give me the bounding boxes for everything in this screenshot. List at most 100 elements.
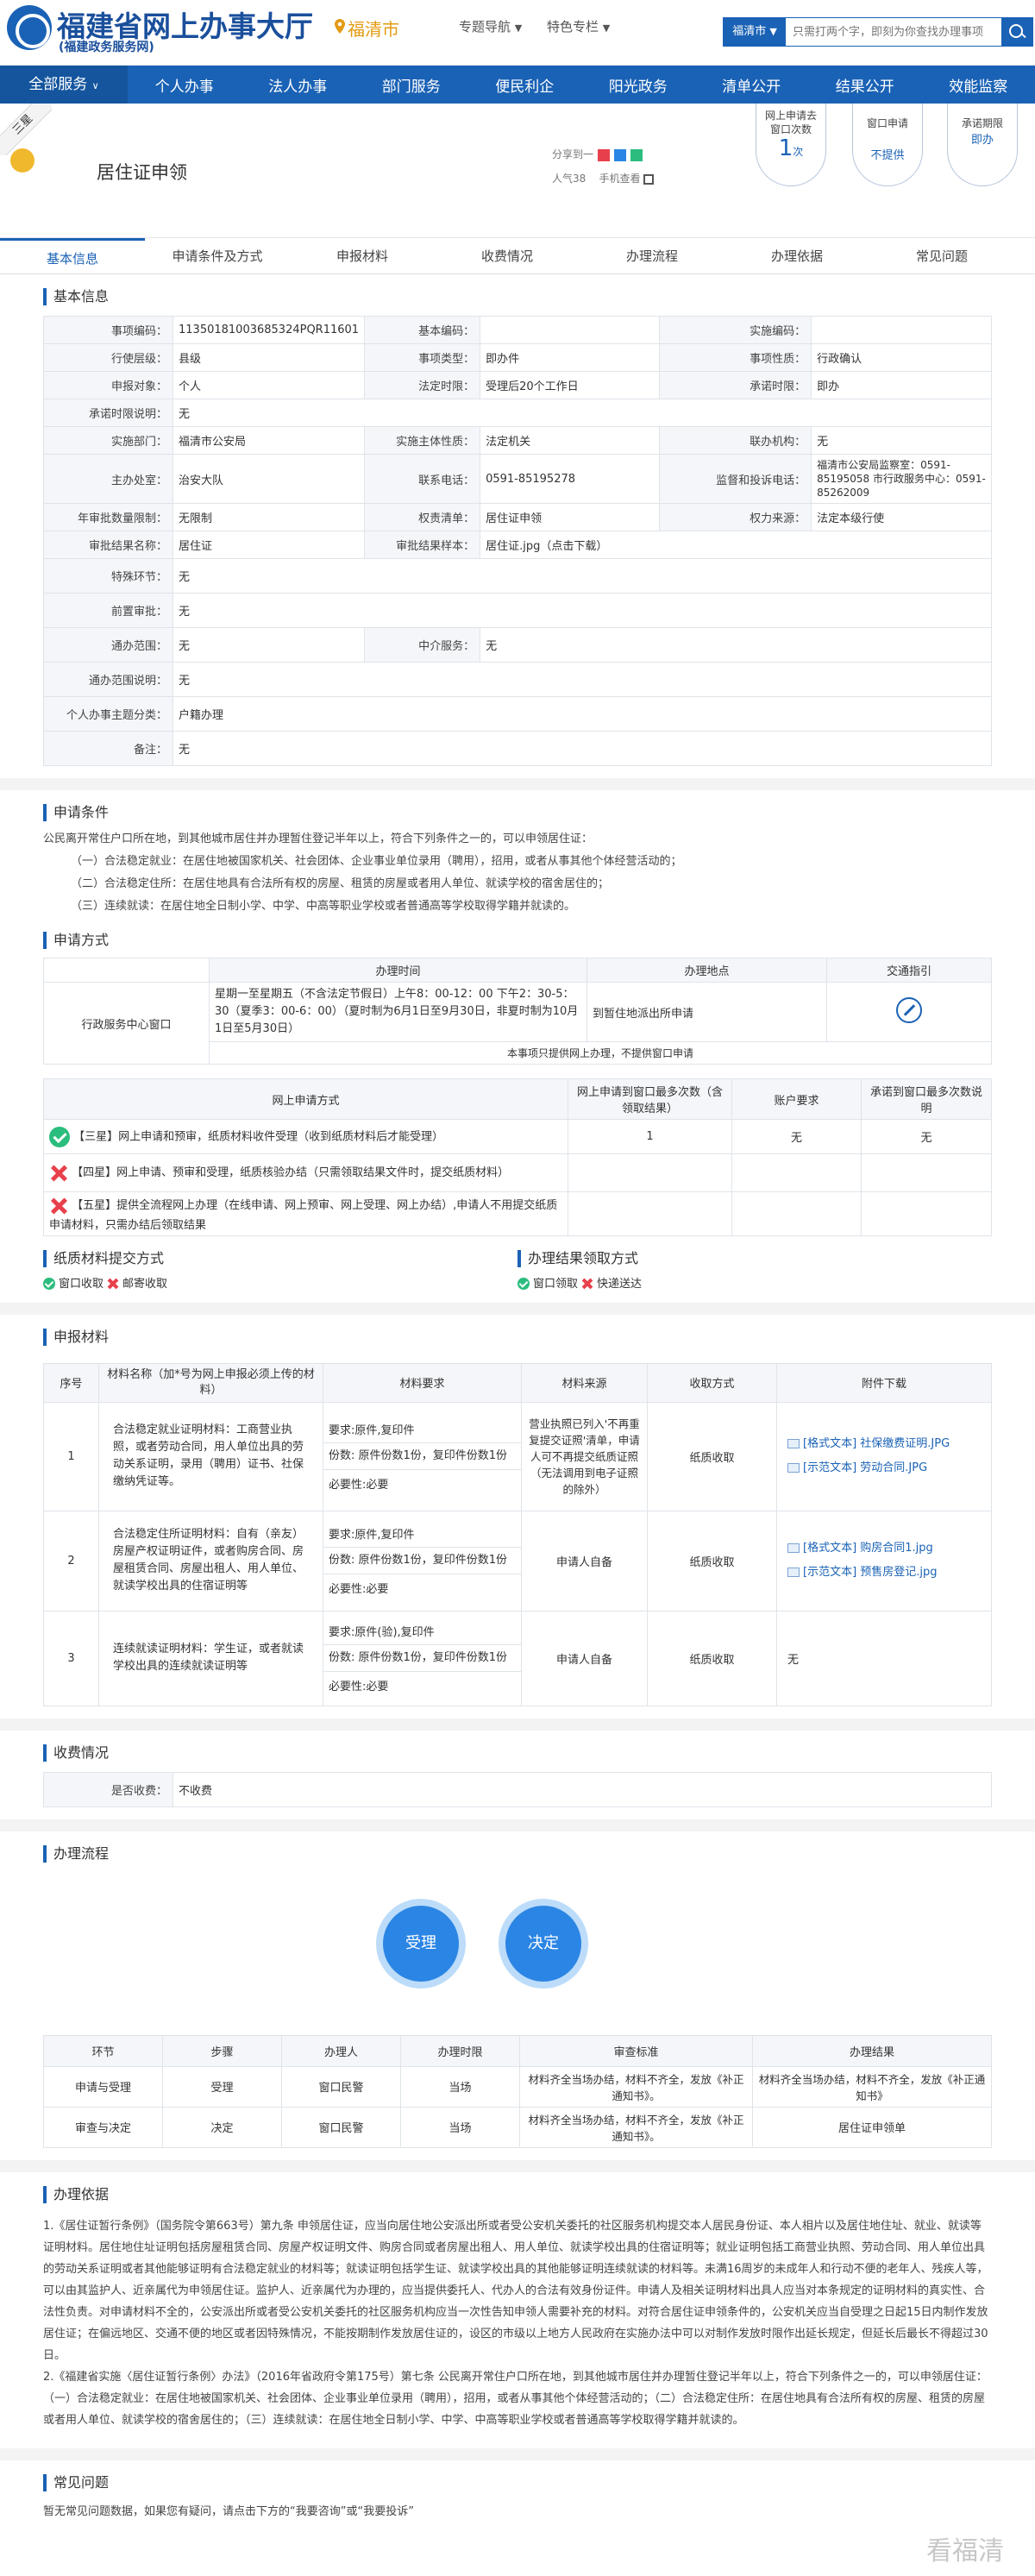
- table-row: 序号 材料名称（加*号为网上申报必须上传的材料） 材料要求 材料来源 收取方式 附件下载: [43, 1362, 992, 1403]
- column-header: 环节: [43, 2034, 163, 2067]
- result-pickup-options: 窗口领取 快递送达: [518, 1274, 642, 1291]
- table-row: 1 合法稳定就业证明材料：工商营业执照，或者劳动合同，用人单位出具的劳动关系证明…: [43, 1401, 992, 1511]
- item-code: 11350181003685324PQR11601: [172, 316, 366, 344]
- special-column-menu[interactable]: 特色专栏 ▼: [547, 17, 610, 35]
- tab-basic-info[interactable]: 基本信息: [0, 238, 145, 273]
- site-logo-icon[interactable]: [7, 5, 52, 50]
- nav-open-government[interactable]: 阳光政务: [581, 74, 695, 96]
- qr-code-icon[interactable]: [643, 173, 655, 185]
- nav-result-disclosure[interactable]: 结果公开: [808, 74, 922, 96]
- basis-title: 办理依据: [43, 2185, 992, 2203]
- empty-cell: [861, 1153, 992, 1192]
- window-note: 本事项只提供网上办理，不提供窗口申请: [209, 1041, 992, 1065]
- field-value: 无限制: [172, 503, 366, 531]
- service-summary: 三星 居住证申领 分享到一 人气38 手机查看 网上申请去窗口次数 1次 窗口申请…: [0, 104, 1035, 238]
- material-source: 申请人自备: [521, 1510, 648, 1612]
- attachment-link[interactable]: [格式文本] 社保缴费证明.JPG: [787, 1436, 981, 1453]
- table-row: 审查与决定 决定 窗口民警 当场 材料齐全当场办结，材料不齐全，发放《补正通知书》。 居住…: [43, 2106, 992, 2148]
- field-label: 审批结果名称：: [43, 531, 173, 559]
- table-row: 环节 步骤 办理人 办理时限 审查标准 办理结果: [43, 2034, 992, 2067]
- section-divider: [0, 1718, 1035, 1731]
- process-table: 环节 步骤 办理人 办理时限 审查标准 办理结果 申请与受理 受理 窗口民警 当场 材料齐全当场办…: [43, 2034, 992, 2148]
- attachment-link-label: [格式文本] 社保缴费证明.JPG: [803, 1437, 950, 1450]
- weibo-icon[interactable]: [598, 148, 611, 161]
- attachment-link-label: [示范文本] 预售房登记.jpg: [803, 1566, 938, 1579]
- search-icon[interactable]: [1001, 18, 1032, 46]
- attachment-link[interactable]: [示范文本] 预售房登记.jpg: [787, 1564, 981, 1581]
- wechat-icon[interactable]: [630, 148, 643, 161]
- flow-step-accept[interactable]: 受理: [376, 1898, 466, 1989]
- topic-nav-label: 专题导航: [459, 19, 511, 35]
- material-requirements: 要求:原件,复印件 份数: 原件份数1份，复印件份数1份 必要性:必要: [323, 1401, 522, 1511]
- faq-title: 常见问题: [43, 2473, 992, 2491]
- image-file-icon: [787, 1463, 800, 1473]
- field-label: 事项类型：: [364, 343, 481, 372]
- traffic-guide-cell: [826, 982, 992, 1042]
- field-value: 治安大队: [172, 454, 366, 504]
- paper-submit-no: 邮寄收取: [122, 1277, 168, 1291]
- mobile-view-link[interactable]: 手机查看: [599, 173, 641, 185]
- search-input[interactable]: [793, 18, 1000, 46]
- material-name: 连续就读证明材料：学生证，或者就读学校出具的连续就读证明等: [98, 1610, 323, 1706]
- field-value: 即办件: [480, 343, 661, 372]
- nav-list-disclosure[interactable]: 清单公开: [695, 74, 809, 96]
- column-header: 附件下载: [776, 1362, 992, 1403]
- section-divider: [0, 1302, 1035, 1315]
- basis-section: 办理依据 1.《居住证暂行条例》（国务院令第663号）第九条 申领居住证，应当向…: [43, 2185, 992, 2431]
- paper-submit-block: 纸质材料提交方式 窗口收取 邮寄收取: [43, 1249, 518, 1291]
- table-row: 通办范围：无中介服务：无: [43, 627, 992, 663]
- material-collect-method: 纸质收取: [647, 1510, 777, 1612]
- nav-convenience[interactable]: 便民利企: [468, 74, 582, 96]
- result-sample-download-link[interactable]: 居住证.jpg（点击下载）: [480, 531, 992, 559]
- city-switcher[interactable]: 福清市: [348, 16, 399, 41]
- tab-conditions[interactable]: 申请条件及方式: [145, 238, 290, 273]
- nav-efficiency-supervision[interactable]: 效能监察: [922, 74, 1035, 96]
- material-source: 营业执照已列入'不再重复提交证照'清单，申请人可不再提交纸质证照（无法调用到电子…: [521, 1401, 648, 1511]
- tab-process[interactable]: 办理流程: [580, 238, 724, 273]
- online-visits: 1: [568, 1119, 732, 1154]
- qzone-icon[interactable]: [614, 148, 627, 161]
- attachment-link[interactable]: [示范文本] 劳动合同.JPG: [787, 1460, 981, 1477]
- flow-step-decide[interactable]: 决定: [499, 1898, 588, 1989]
- tab-basis[interactable]: 办理依据: [724, 238, 869, 273]
- tab-fees[interactable]: 收费情况: [435, 238, 580, 273]
- nav-personal[interactable]: 个人办事: [128, 74, 242, 96]
- column-header: 材料要求: [323, 1362, 522, 1403]
- field-value: 个人: [172, 371, 366, 399]
- material-no: 2: [43, 1510, 99, 1612]
- table-row: 是否收费： 不收费: [43, 1771, 992, 1807]
- column-header: 办理结果: [752, 2034, 992, 2067]
- search-scope-select[interactable]: 福清市 ▼: [724, 18, 786, 46]
- field-value: 无: [172, 627, 366, 663]
- field-value: 无: [811, 426, 992, 455]
- paper-submit-options: 窗口收取 邮寄收取: [43, 1274, 518, 1291]
- process-section: 办理流程 受理 - ▸ - 决定 环节步骤办理人办理时限审查标准办理结果 申请与…: [43, 1844, 992, 2148]
- tab-materials[interactable]: 申报材料: [290, 238, 435, 273]
- all-services-menu[interactable]: 全部服务 ∨: [0, 66, 128, 104]
- field-label: 权责清单：: [364, 503, 481, 531]
- tab-faq[interactable]: 常见问题: [869, 238, 1014, 273]
- online-apply-table: 网上申请方式 网上申请到窗口最多次数（含领取结果） 账户要求 承诺到窗口最多次数说明 …: [43, 1078, 992, 1236]
- site-header: 福建省网上办事大厅 (福建政务服务网) 福清市 专题导航 ▼ 特色专栏 ▼ 福清…: [0, 0, 1035, 66]
- compass-icon[interactable]: [896, 997, 922, 1023]
- topic-nav-menu[interactable]: 专题导航 ▼: [459, 17, 522, 35]
- nav-corporate[interactable]: 法人办事: [242, 74, 355, 96]
- basis-paragraph: 2.《福建省实施〈居住证暂行条例〉办法》（2016年省政府令第175号）第七条 …: [43, 2370, 988, 2427]
- special-column-label: 特色专栏: [547, 19, 599, 35]
- field-value: 法定本级行使: [811, 503, 992, 531]
- table-row: 审批结果名称： 居住证 审批结果样本： 居住证.jpg（点击下载）: [43, 531, 992, 559]
- material-requirements: 要求:原件(验),复印件 份数: 原件份数1份，复印件份数1份 必要性:必要: [323, 1610, 522, 1706]
- condition-item: （一）合法稳定就业：在居住地被国家机关、社会团体、企业事业单位录用（聘用），招用…: [71, 855, 682, 868]
- process-result: 居住证申领单: [752, 2106, 992, 2148]
- window-apply-value: 不提供: [870, 149, 905, 162]
- service-name: 居住证申领: [97, 162, 187, 183]
- nav-department[interactable]: 部门服务: [354, 74, 468, 96]
- attachment-link[interactable]: [格式文本] 购房合同1.jpg: [787, 1540, 981, 1557]
- process-criteria: 材料齐全当场办结，材料不齐全，发放《补正通知书》。: [519, 2106, 753, 2148]
- condition-item: （三）连续就读：在居住地全日制小学、中学、中高等职业学校或者普通高等学校取得学籍…: [71, 900, 576, 913]
- table-row: 【三星】网上申请和预审，纸质材料收件受理（收到纸质材料后才能受理） 1 无无: [43, 1119, 992, 1154]
- material-attachments: 无: [776, 1610, 992, 1706]
- field-label: 实施主体性质：: [364, 426, 481, 455]
- requirement-type: 要求:原件,复印件: [323, 1416, 521, 1443]
- column-header: 网上申请到窗口最多次数（含领取结果）: [568, 1078, 732, 1120]
